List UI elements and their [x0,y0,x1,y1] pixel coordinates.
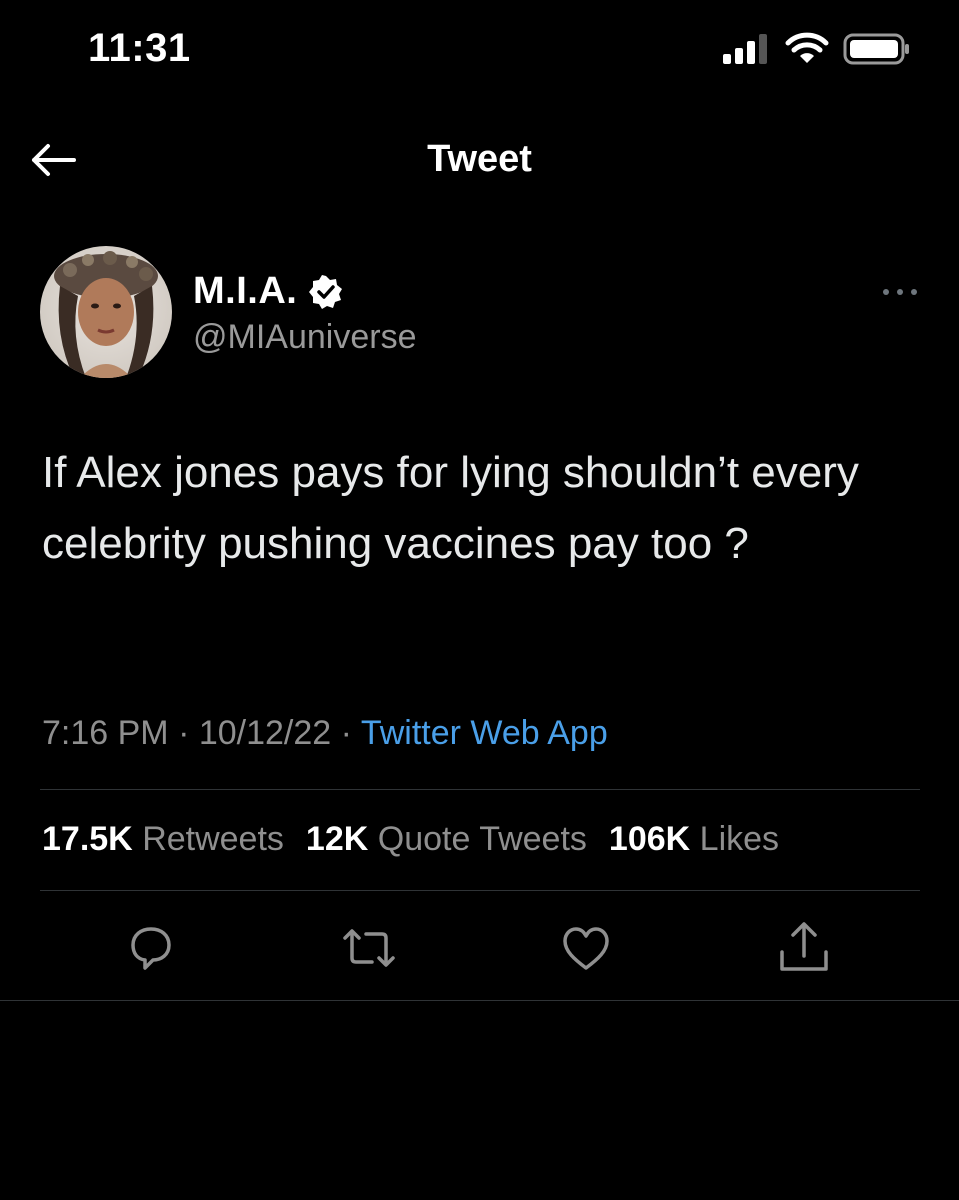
divider [40,789,920,790]
retweets-stat[interactable]: 17.5K Retweets [42,820,284,859]
status-icons [721,32,911,66]
display-name[interactable]: M.I.A. [193,270,297,313]
more-options-button[interactable] [880,282,920,302]
retweets-label: Retweets [142,820,284,858]
likes-count: 106K [608,820,691,858]
share-icon [780,922,828,971]
tweet-author: M.I.A. @MIAuniverse [40,246,920,381]
tweet-metadata: 7:16 PM · 10/12/22 · Twitter Web App [42,714,608,753]
quote-tweets-stat[interactable]: 12K Quote Tweets [306,820,587,859]
tweet-date: 10/12/22 [198,714,332,752]
tweet-source-link[interactable]: Twitter Web App [361,714,608,752]
user-handle[interactable]: @MIAuniverse [193,318,416,357]
navigation-header: Tweet [0,120,959,200]
wifi-icon [785,32,829,63]
tweet-stats: 17.5K Retweets 12K Quote Tweets 106K Lik… [42,820,801,859]
page-title: Tweet [427,138,532,180]
more-horizontal-icon [883,289,917,295]
meta-separator: · [331,714,361,752]
meta-separator: · [168,714,199,752]
divider [0,1000,959,1001]
quote-tweets-label: Quote Tweets [377,820,587,858]
status-bar: 11:31 [0,0,959,100]
tweet-time: 7:16 PM [42,714,169,752]
reply-button[interactable] [121,918,181,978]
reply-icon [131,927,171,970]
retweet-button[interactable] [339,918,399,978]
retweets-count: 17.5K [42,820,133,858]
divider [40,890,920,891]
likes-label: Likes [699,820,780,858]
verified-badge-icon [309,274,343,309]
quote-tweets-count: 12K [305,820,369,858]
tweet-text: If Alex jones pays for lying shouldn’t e… [42,448,859,568]
tweet-action-bar [0,918,959,978]
likes-stat[interactable]: 106K Likes [609,820,779,859]
display-name-row: M.I.A. [193,270,343,313]
status-time: 11:31 [88,26,191,70]
like-button[interactable] [556,918,616,978]
avatar-image [40,246,172,378]
cellular-signal-icon [723,34,767,64]
retweet-icon [343,929,395,967]
avatar[interactable] [40,246,172,378]
battery-icon [843,33,909,65]
heart-icon [563,927,609,970]
share-button[interactable] [774,918,834,978]
